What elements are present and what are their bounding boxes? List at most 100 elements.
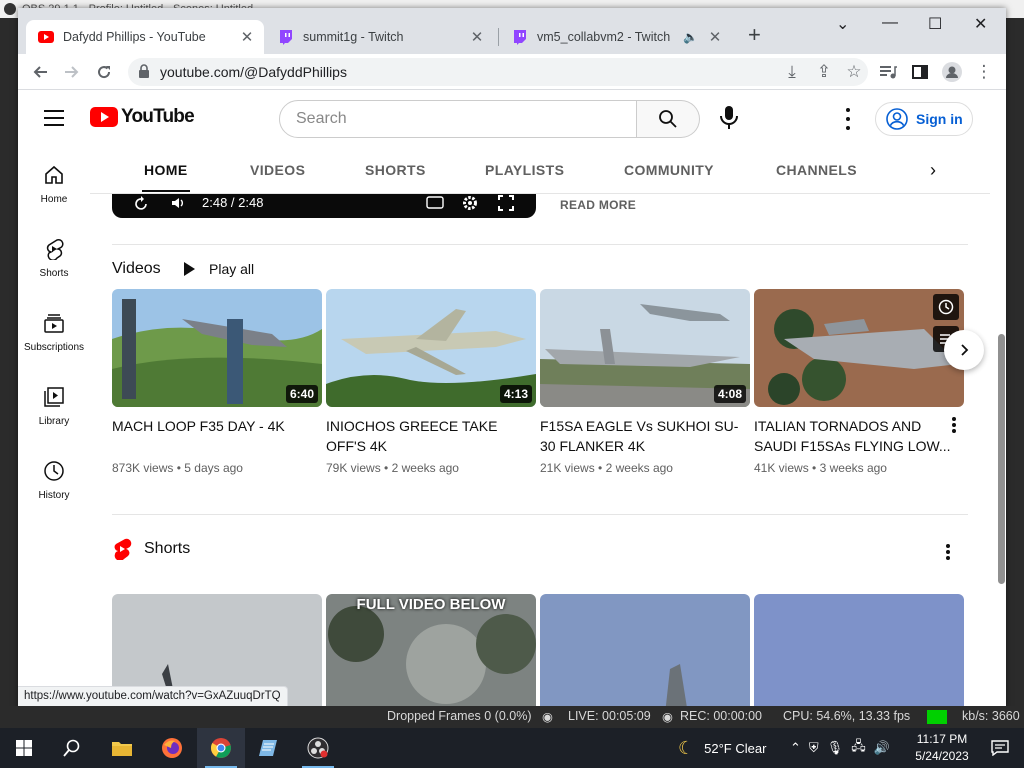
video-thumbnail[interactable]: 4:13 (326, 289, 536, 407)
fullscreen-icon[interactable] (498, 195, 514, 211)
tab-videos[interactable]: VIDEOS (250, 162, 305, 178)
captions-icon[interactable] (426, 196, 444, 209)
tab-shorts[interactable]: SHORTS (365, 162, 426, 178)
playlist-icon (880, 66, 897, 79)
bookmark-star-icon[interactable]: ☆ (842, 60, 866, 84)
short-overlay-text: FULL VIDEO BELOW (356, 596, 506, 613)
video-thumbnail[interactable] (754, 289, 964, 407)
close-tab-icon[interactable]: ✕ (706, 28, 724, 46)
guide-item-home[interactable]: Home (18, 164, 90, 205)
view-count: 79K views (326, 461, 381, 475)
video-title[interactable]: ITALIAN TORNADOS AND SAUDI F15SAs FLYING… (754, 416, 964, 456)
video-menu-kebab-icon[interactable] (952, 417, 956, 433)
play-all-button[interactable]: Play all (184, 254, 254, 284)
video-title[interactable]: MACH LOOP F35 DAY - 4K (112, 416, 322, 456)
maximize-button[interactable]: ☐ (928, 14, 942, 34)
file-explorer-button[interactable] (98, 728, 146, 768)
close-tab-icon[interactable]: ✕ (468, 28, 486, 46)
upload-age: 2 weeks ago (605, 461, 673, 475)
video-card[interactable]: 4:08 F15SA EAGLE Vs SUKHOI SU-30 FLANKER… (540, 289, 750, 475)
tab-playlists[interactable]: PLAYLISTS (485, 162, 564, 178)
shorts-section-title: Shorts (144, 540, 191, 557)
video-card[interactable]: ITALIAN TORNADOS AND SAUDI F15SAs FLYING… (754, 289, 964, 475)
search-input[interactable] (280, 101, 636, 137)
chrome-menu-icon[interactable]: ⋮ (972, 60, 996, 84)
defender-icon[interactable]: ⛨ (809, 740, 819, 756)
read-more-link[interactable]: READ MORE (560, 198, 636, 212)
chrome-window: Dafydd Phillips - YouTube ✕ summit1g - T… (18, 8, 1006, 710)
guide-label: History (38, 490, 70, 501)
shorts-menu-kebab-icon[interactable] (946, 544, 950, 560)
taskbar-clock[interactable]: 11:17 PM 5/24/2023 (910, 731, 974, 765)
guide-item-shorts[interactable]: Shorts (18, 238, 90, 279)
short-card[interactable]: FULL VIDEO BELOW (326, 594, 536, 710)
watch-later-button[interactable] (933, 294, 959, 320)
weather-widget[interactable]: ☾ 52°F Clear (678, 728, 766, 768)
volume-icon[interactable]: 🔊 (874, 740, 890, 756)
install-app-icon[interactable]: ⤓ (780, 60, 804, 84)
short-card[interactable] (754, 594, 964, 710)
cpu-fps: CPU: 54.6%, 13.33 fps (783, 709, 911, 723)
guide-item-history[interactable]: History (18, 460, 90, 501)
close-tab-icon[interactable]: ✕ (238, 28, 256, 46)
search-button[interactable] (637, 100, 700, 138)
tab-channels[interactable]: CHANNELS (776, 162, 857, 178)
new-tab-button[interactable]: + (748, 22, 761, 48)
side-panel-icon[interactable] (908, 60, 932, 84)
network-icon[interactable]: 🖧 (851, 737, 866, 759)
taskbar-search-button[interactable] (48, 728, 96, 768)
forward-button[interactable] (60, 60, 84, 84)
video-card[interactable]: 4:13 INIOCHOS GREECE TAKE OFF'S 4K 79K v… (326, 289, 536, 475)
firefox-button[interactable] (148, 728, 196, 768)
tray-expand-icon[interactable]: ⌃ (790, 740, 801, 756)
notepad-button[interactable] (245, 728, 293, 768)
video-card[interactable]: 6:40 MACH LOOP F35 DAY - 4K 873K views •… (112, 289, 322, 475)
hamburger-menu-icon[interactable] (44, 110, 64, 126)
video-thumbnail[interactable]: 6:40 (112, 289, 322, 407)
media-control-icon[interactable] (876, 60, 900, 84)
videos-section-title[interactable]: Videos (112, 260, 161, 278)
obs-taskbar-button[interactable] (294, 728, 342, 768)
close-window-button[interactable]: ✕ (974, 14, 987, 34)
guide-item-subscriptions[interactable]: Subscriptions (18, 312, 90, 353)
meta-separator: • (384, 461, 389, 475)
settings-kebab-icon[interactable] (838, 108, 858, 130)
page-scrollbar[interactable] (996, 194, 1006, 710)
tab-youtube[interactable]: Dafydd Phillips - YouTube ✕ (26, 20, 264, 54)
sign-in-button[interactable]: Sign in (875, 102, 973, 136)
guide-item-library[interactable]: Library (18, 386, 90, 427)
youtube-logo[interactable]: YouTube (90, 106, 195, 128)
address-bar[interactable]: youtube.com/@DafyddPhillips ⤓ ⇪ ☆ (128, 58, 868, 86)
tab-twitch-summit1g[interactable]: summit1g - Twitch ✕ (266, 20, 494, 54)
back-button[interactable] (28, 60, 52, 84)
microphone-icon[interactable]: 🎙 (827, 740, 844, 756)
microphone-icon[interactable] (718, 105, 740, 131)
video-title[interactable]: F15SA EAGLE Vs SUKHOI SU-30 FLANKER 4K (540, 416, 750, 456)
share-icon[interactable]: ⇪ (812, 60, 836, 84)
tab-twitch-collabvm[interactable]: vm5_collabvm2 - Twitch 🔈 ✕ (500, 20, 732, 54)
subscriptions-icon (44, 314, 64, 333)
profile-avatar-icon[interactable] (940, 60, 964, 84)
duration-badge: 6:40 (285, 385, 318, 403)
tab-home[interactable]: HOME (142, 162, 190, 192)
scrollbar-thumb[interactable] (998, 334, 1005, 584)
tab-search-icon[interactable]: ⌄ (836, 14, 849, 34)
video-player-controls[interactable]: 2:48 / 2:48 (112, 194, 536, 218)
notifications-button[interactable] (976, 728, 1024, 768)
guide-label: Shorts (39, 268, 69, 279)
reload-button[interactable] (92, 60, 116, 84)
replay-icon[interactable] (134, 195, 150, 211)
video-title[interactable]: INIOCHOS GREECE TAKE OFF'S 4K (326, 416, 536, 456)
chevron-right-icon[interactable]: › (930, 160, 936, 181)
minimize-button[interactable]: — (882, 14, 898, 32)
short-card[interactable] (540, 594, 750, 710)
settings-gear-icon[interactable] (462, 195, 478, 211)
tab-community[interactable]: COMMUNITY (624, 162, 714, 178)
play-icon (184, 262, 195, 276)
start-button[interactable] (0, 728, 48, 768)
shelf-next-button[interactable] (944, 330, 984, 370)
chrome-taskbar-button[interactable] (197, 728, 245, 768)
speaker-icon[interactable]: 🔈 (683, 30, 698, 44)
video-thumbnail[interactable]: 4:08 (540, 289, 750, 407)
volume-icon[interactable] (170, 195, 186, 211)
